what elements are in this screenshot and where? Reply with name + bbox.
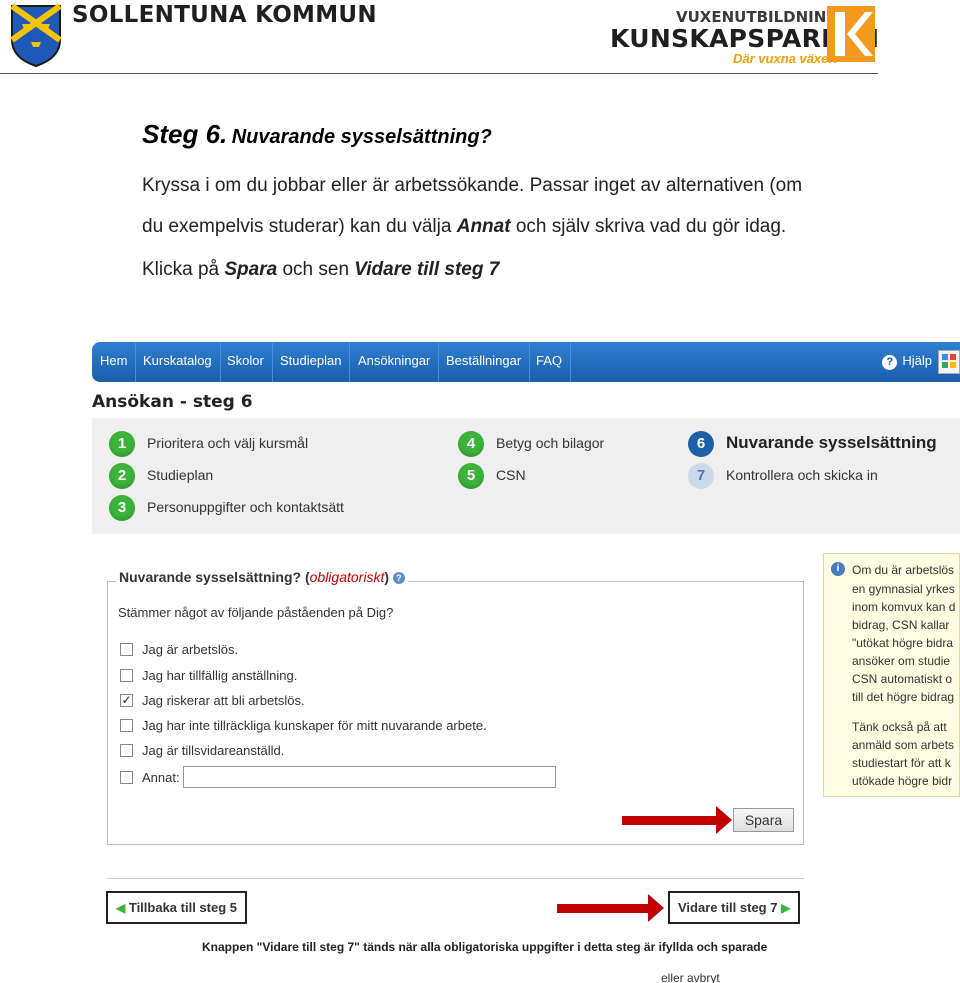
help-label: Hjälp: [902, 353, 932, 368]
annat-input[interactable]: [183, 766, 556, 788]
step-label: Nuvarande sysselsättning: [726, 433, 937, 452]
nav-kurskatalog[interactable]: Kurskatalog: [135, 342, 221, 382]
cancel-note[interactable]: eller avbryt: [661, 971, 720, 983]
instruction-line-2: du exempelvis studerar) kan du välja Ann…: [142, 216, 786, 238]
legend-text: Nuvarande sysselsättning? (: [119, 569, 310, 585]
step-subtitle: Nuvarande sysselsättning?: [231, 126, 492, 148]
step-label: Betyg och bilagor: [496, 435, 605, 451]
header-divider: [0, 73, 878, 74]
employment-fieldset: [107, 581, 804, 845]
option-label: Jag är tillsvidareanställd.: [142, 743, 285, 758]
next-button-note: Knappen "Vidare till steg 7" tänds när a…: [202, 940, 768, 954]
nav-ansokningar[interactable]: Ansökningar: [350, 342, 440, 382]
step-number: 3: [109, 495, 135, 521]
arrow-head: [716, 806, 732, 834]
option-label: Jag har inte tillräckliga kunskaper för …: [142, 718, 487, 733]
arrow-head: [648, 894, 664, 922]
save-button[interactable]: Spara: [733, 808, 794, 832]
step-number: 4: [458, 431, 484, 457]
checkbox[interactable]: [120, 744, 133, 757]
help-link[interactable]: ? Hjälp: [882, 342, 932, 382]
checkbox[interactable]: [120, 771, 133, 784]
info-line: anmäld som arbets: [852, 738, 955, 752]
red-arrow-icon: [622, 806, 733, 834]
option-label: Jag är arbetslös.: [142, 642, 239, 657]
back-button-label: Tillbaka till steg 5: [128, 900, 237, 915]
info-line: bidrag, CSN kallar: [852, 618, 950, 632]
nav-faq[interactable]: FAQ: [528, 342, 572, 382]
red-arrow-icon: [557, 894, 665, 922]
required-label: obligatoriskt: [309, 569, 385, 585]
checkbox[interactable]: [120, 669, 133, 682]
step-number: 5: [458, 463, 484, 489]
info-line: Tänk också på att: [852, 720, 947, 734]
fieldset-legend: Nuvarande sysselsättning? (obligatoriskt…: [116, 569, 408, 585]
step-label: Studieplan: [147, 467, 214, 483]
help-icon: ?: [882, 355, 898, 370]
info-line: ansöker om studie: [852, 654, 951, 668]
instr2-pre: du exempelvis studerar) kan du välja: [142, 216, 457, 237]
brand-sollentuna: SOLLENTUNA KOMMUN: [72, 2, 377, 28]
info-line: till det högre bidrag: [852, 690, 955, 704]
info-line: CSN automatiskt o: [852, 672, 953, 686]
nav-studieplan[interactable]: Studieplan: [272, 342, 351, 382]
checkbox[interactable]: [120, 719, 133, 732]
instr3-mid: och sen: [277, 259, 355, 280]
nav-skolor[interactable]: Skolor: [219, 342, 273, 382]
step-number: 6: [688, 431, 714, 457]
step-number: 2: [109, 463, 135, 489]
green-arrow-right-icon: ▶: [781, 901, 791, 915]
nav-bestallningar[interactable]: Beställningar: [438, 342, 531, 382]
option-label: Jag riskerar att bli arbetslös.: [142, 693, 305, 708]
back-to-step-5-button[interactable]: ◀ Tillbaka till steg 5: [106, 891, 247, 924]
instruction-line-1: Kryssa i om du jobbar eller är arbetssök…: [142, 175, 803, 196]
google-icon[interactable]: [938, 350, 960, 374]
step-number: 7: [688, 463, 714, 489]
instruction-line-3: Klicka på Spara och sen Vidare till steg…: [142, 259, 499, 281]
info-line: studiestart för att k: [852, 756, 951, 770]
next-to-step-7-button[interactable]: Vidare till steg 7 ▶: [668, 891, 801, 924]
option-label: Jag har tillfällig anställning.: [142, 668, 298, 683]
instr3-bold1: Spara: [224, 259, 278, 280]
step-label: Prioritera och välj kursmål: [147, 435, 309, 451]
arrow-shaft: [557, 904, 650, 913]
instr2-post: och själv skriva vad du gör idag.: [510, 216, 787, 237]
info-box: i Om du är arbetslös en gymnasial yrkes …: [823, 553, 960, 797]
checkbox-checked[interactable]: ✓: [120, 694, 133, 707]
instr3-bold2: Vidare till steg 7: [354, 259, 500, 280]
step-label: Kontrollera och skicka in: [726, 467, 878, 483]
bottom-divider: [107, 878, 804, 879]
main-navbar: Hem Kurskatalog Skolor Studieplan Ansökn…: [92, 342, 960, 382]
page-title: Ansökan - steg 6: [92, 392, 253, 412]
nav-hem[interactable]: Hem: [92, 342, 137, 382]
instr2-bold: Annat: [456, 216, 511, 237]
instruction-title: Steg 6. Nuvarande sysselsättning?: [142, 119, 492, 150]
info-line: inom komvux kan d: [852, 600, 956, 614]
legend-close: ): [384, 569, 389, 585]
step-label: CSN: [496, 467, 526, 483]
option-label: Annat:: [142, 770, 180, 785]
brand-slogan: Där vuxna växer!: [733, 51, 838, 66]
instr3-pre: Klicka på: [142, 259, 225, 280]
help-info-icon[interactable]: ?: [392, 572, 405, 584]
form-question: Stämmer något av följande påståenden på …: [118, 605, 394, 620]
info-line: "utökat högre bidra: [852, 636, 953, 650]
info-line: Om du är arbetslös: [852, 563, 955, 577]
step-word: Steg 6.: [142, 119, 228, 149]
info-line: en gymnasial yrkes: [852, 582, 955, 596]
kunskapsparken-k-icon: [827, 6, 875, 62]
steps-panel: 1 Prioritera och välj kursmål 2 Studiepl…: [92, 418, 960, 534]
info-icon: i: [831, 562, 845, 576]
step-number: 1: [109, 431, 135, 457]
step-label: Personuppgifter och kontaktsätt: [147, 499, 344, 515]
arrow-shaft: [622, 816, 718, 825]
checkbox[interactable]: [120, 643, 133, 656]
green-arrow-left-icon: ◀: [116, 901, 126, 915]
info-line: utökade högre bidr: [852, 774, 953, 788]
sollentuna-coat-of-arms-icon: [10, 3, 62, 68]
next-button-label: Vidare till steg 7: [678, 900, 778, 915]
